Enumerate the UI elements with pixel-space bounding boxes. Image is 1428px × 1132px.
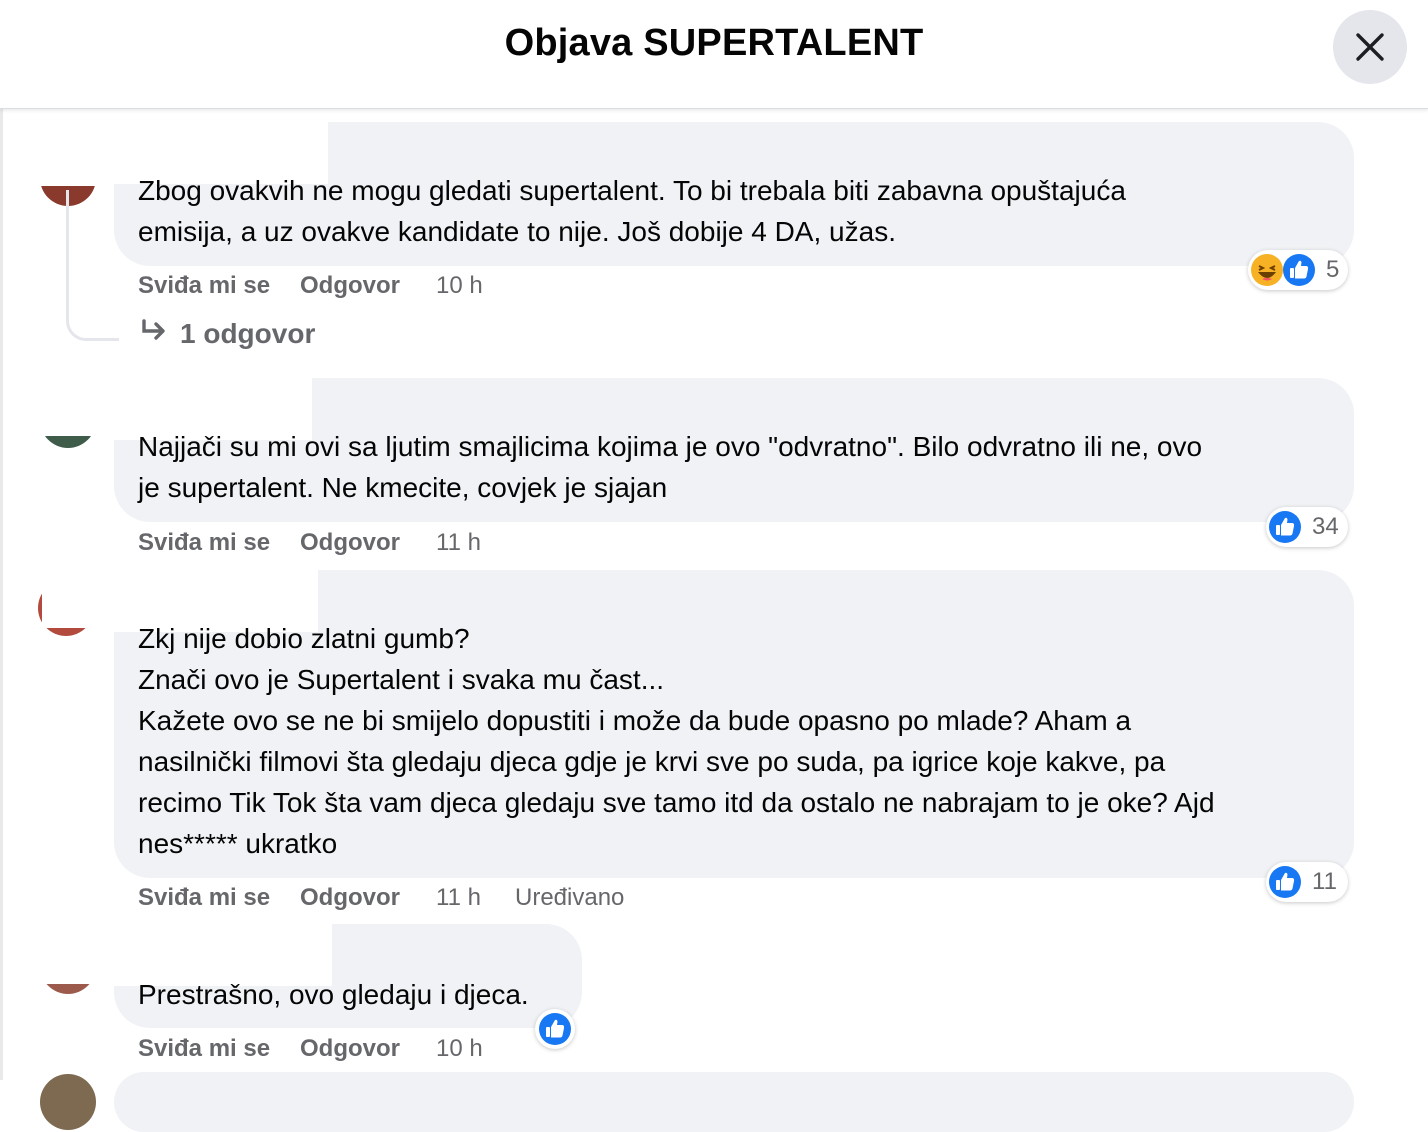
- reply-button[interactable]: Odgovor: [300, 1035, 400, 1063]
- reply-button[interactable]: Odgovor: [300, 884, 400, 912]
- replies-count-label: 1 odgovor: [180, 318, 316, 349]
- dialog-title: Objava SUPERTALENT: [504, 22, 924, 64]
- reaction-summary[interactable]: [535, 1009, 575, 1049]
- comment-text: Prestrašno, ovo gledaju i djeca.: [138, 979, 529, 1010]
- comment-text: Zbog ovakvih ne mogu gledati supertalent…: [138, 175, 1126, 247]
- haha-icon: [1251, 254, 1283, 286]
- like-icon: [1283, 254, 1315, 286]
- reaction-summary[interactable]: 34: [1266, 507, 1348, 547]
- timestamp[interactable]: 11 h: [436, 529, 481, 557]
- timestamp[interactable]: 10 h: [436, 1035, 483, 1063]
- avatar[interactable]: [40, 1074, 96, 1130]
- view-replies-link[interactable]: 1 odgovor: [140, 318, 315, 350]
- comment-bubble: [114, 1072, 1354, 1132]
- like-icon: [539, 1013, 571, 1045]
- comment-bubble: Zkj nije dobio zlatni gumb? Znači ovo je…: [114, 568, 1354, 878]
- reaction-count: 5: [1326, 256, 1340, 283]
- close-button[interactable]: [1333, 10, 1407, 84]
- reaction-count: 11: [1312, 868, 1337, 895]
- dialog-header: Objava SUPERTALENT: [0, 0, 1428, 109]
- like-button[interactable]: Sviđa mi se: [138, 1035, 270, 1063]
- like-button[interactable]: Sviđa mi se: [138, 272, 270, 300]
- timestamp[interactable]: 10 h: [436, 272, 483, 300]
- reply-arrow-icon: [140, 318, 168, 350]
- close-icon: [1356, 33, 1384, 61]
- like-button[interactable]: Sviđa mi se: [138, 884, 270, 912]
- edited-label[interactable]: Uređivano: [515, 884, 624, 912]
- reply-button[interactable]: Odgovor: [300, 529, 400, 557]
- comment-bubble: Najjači su mi ovi sa ljutim smajlicima k…: [114, 376, 1354, 522]
- comment-text: Zkj nije dobio zlatni gumb? Znači ovo je…: [138, 623, 1215, 859]
- reply-button[interactable]: Odgovor: [300, 272, 400, 300]
- timestamp[interactable]: 11 h: [436, 884, 481, 912]
- scroll-edge: [0, 108, 3, 1080]
- reply-thread-line: [66, 190, 119, 341]
- comment-bubble: Zbog ovakvih ne mogu gledati supertalent…: [114, 120, 1354, 266]
- like-icon: [1269, 866, 1301, 898]
- reaction-summary[interactable]: 5: [1248, 250, 1348, 290]
- like-icon: [1269, 511, 1301, 543]
- reaction-summary[interactable]: 11: [1266, 862, 1348, 902]
- comment-text: Najjači su mi ovi sa ljutim smajlicima k…: [138, 431, 1203, 503]
- like-button[interactable]: Sviđa mi se: [138, 529, 270, 557]
- reaction-count: 34: [1312, 513, 1339, 540]
- comment-bubble: Prestrašno, ovo gledaju i djeca.: [114, 922, 582, 1028]
